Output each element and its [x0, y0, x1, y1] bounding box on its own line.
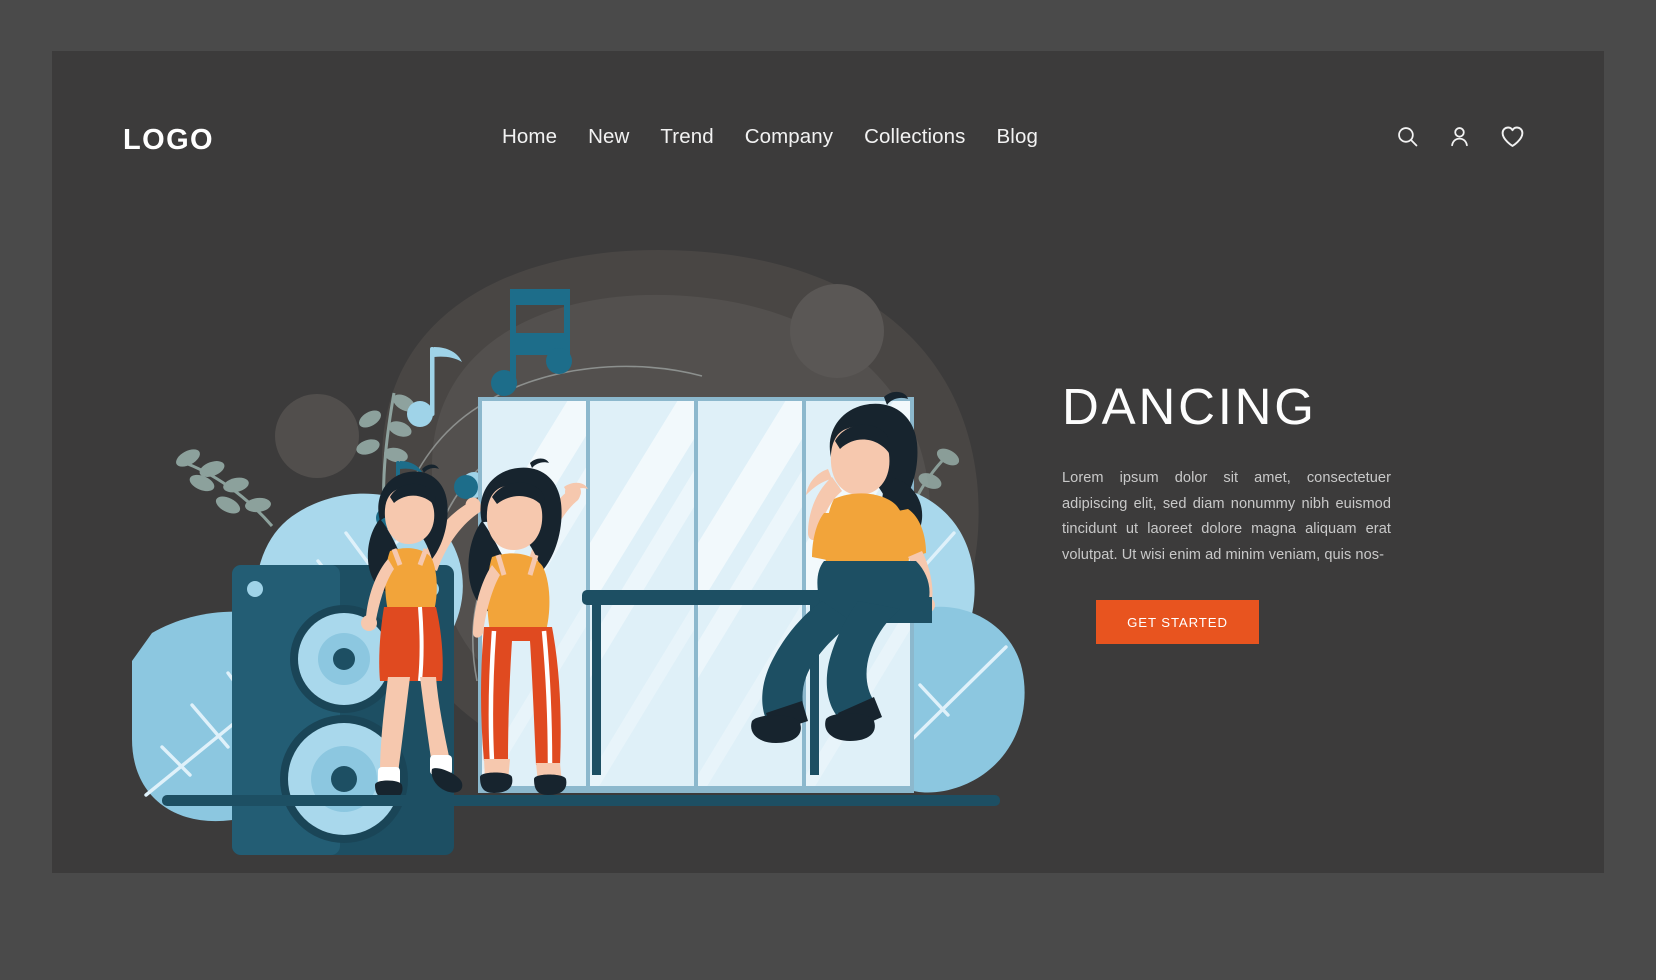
nav-item-collections[interactable]: Collections [864, 125, 965, 149]
get-started-button[interactable]: GET STARTED [1096, 600, 1259, 644]
hero-paragraph: Lorem ipsum dolor sit amet, consectetuer… [1062, 470, 1391, 563]
floor-line [162, 795, 1000, 806]
page-root: LOGO Home New Trend Company Collections … [0, 0, 1656, 980]
nav-item-trend[interactable]: Trend [660, 125, 713, 149]
main-navigation: Home New Trend Company Collections Blog [502, 125, 1038, 149]
landing-card: LOGO Home New Trend Company Collections … [52, 51, 1604, 873]
heart-icon[interactable] [1499, 123, 1526, 150]
nav-item-new[interactable]: New [588, 125, 629, 149]
page-title: DANCING [1062, 378, 1317, 435]
nav-item-home[interactable]: Home [502, 125, 557, 149]
nav-item-company[interactable]: Company [745, 125, 833, 149]
user-icon[interactable] [1447, 124, 1472, 149]
nav-item-blog[interactable]: Blog [997, 125, 1038, 149]
search-icon[interactable] [1395, 124, 1420, 149]
site-header: LOGO Home New Trend Company Collections … [52, 51, 1604, 231]
header-actions [1395, 123, 1526, 150]
music-note-3 [454, 475, 478, 499]
hero-illustration [132, 161, 1032, 861]
logo[interactable]: LOGO [123, 124, 214, 157]
hero-text-block: DANCING Lorem ipsum dolor sit amet, cons… [1062, 381, 1452, 644]
